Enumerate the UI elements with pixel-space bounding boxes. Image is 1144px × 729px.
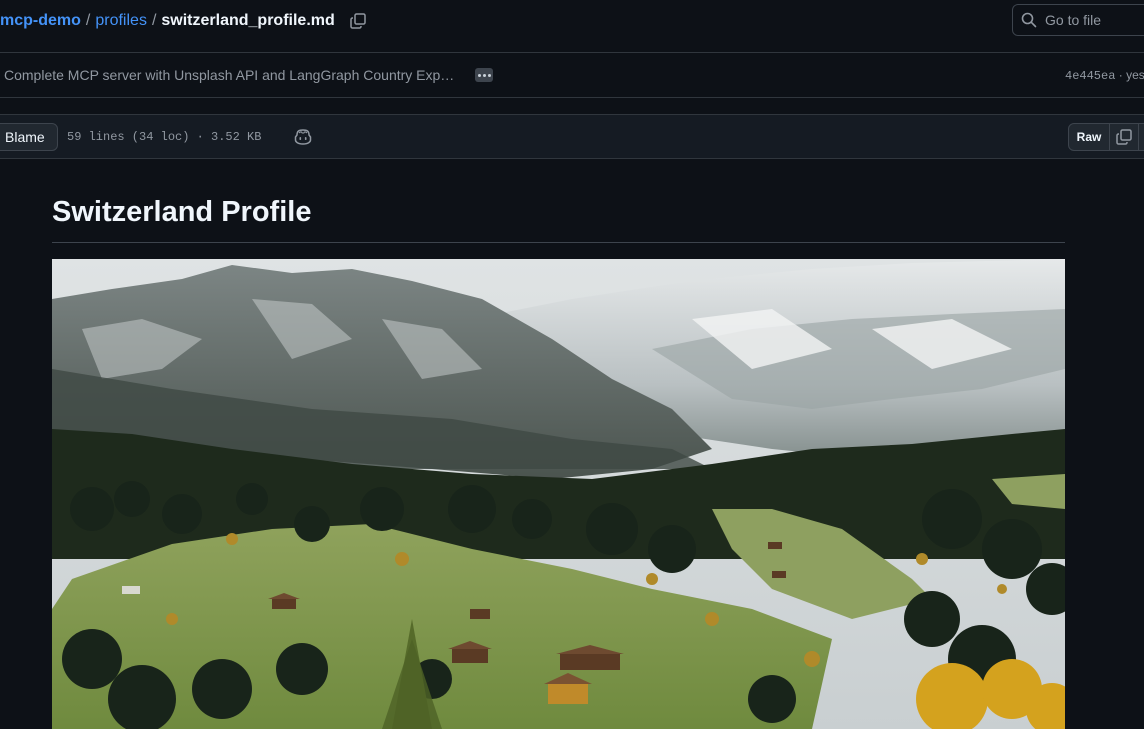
search-icon — [1021, 12, 1037, 28]
go-to-file-input[interactable] — [1043, 11, 1144, 29]
breadcrumb-separator: / — [85, 12, 91, 29]
go-to-file-search[interactable] — [1012, 4, 1144, 36]
breadcrumb: mcp-demo / profiles / switzerland_profil… — [0, 0, 369, 42]
copy-path-button[interactable] — [347, 10, 369, 32]
copilot-icon[interactable] — [293, 128, 313, 146]
breadcrumb-current-file: switzerland_profile.md — [161, 12, 335, 29]
kebab-icon — [482, 73, 486, 77]
expand-commit-button[interactable] — [475, 68, 493, 82]
commit-meta: 4e445ea · yes — [1065, 68, 1144, 83]
commit-time: · yes — [1118, 68, 1144, 82]
commit-sha[interactable]: 4e445ea — [1065, 69, 1115, 83]
copy-raw-button[interactable] — [1109, 123, 1139, 151]
kebab-icon — [487, 73, 491, 77]
file-stats: 59 lines (34 loc) · 3.52 KB — [67, 130, 262, 144]
document-title: Switzerland Profile — [52, 196, 312, 228]
breadcrumb-repo-link[interactable]: mcp-demo — [0, 12, 81, 30]
copy-raw-icon — [1116, 129, 1132, 145]
download-button[interactable] — [1138, 123, 1144, 151]
commit-message[interactable]: Complete MCP server with Unsplash API an… — [4, 67, 454, 83]
breadcrumb-folder-link[interactable]: profiles — [95, 12, 147, 30]
top-bar: mcp-demo / profiles / switzerland_profil… — [0, 0, 1144, 53]
heading-divider — [52, 242, 1065, 243]
copy-icon — [350, 13, 366, 29]
blame-button[interactable]: Blame — [0, 123, 58, 151]
raw-button[interactable]: Raw — [1068, 123, 1110, 151]
switzerland-landscape-image — [52, 259, 1065, 729]
breadcrumb-separator: / — [151, 12, 157, 29]
kebab-icon — [477, 73, 481, 77]
file-header-bar: Blame 59 lines (34 loc) · 3.52 KB Raw — [0, 114, 1144, 159]
latest-commit-bar: Complete MCP server with Unsplash API an… — [0, 53, 1144, 98]
